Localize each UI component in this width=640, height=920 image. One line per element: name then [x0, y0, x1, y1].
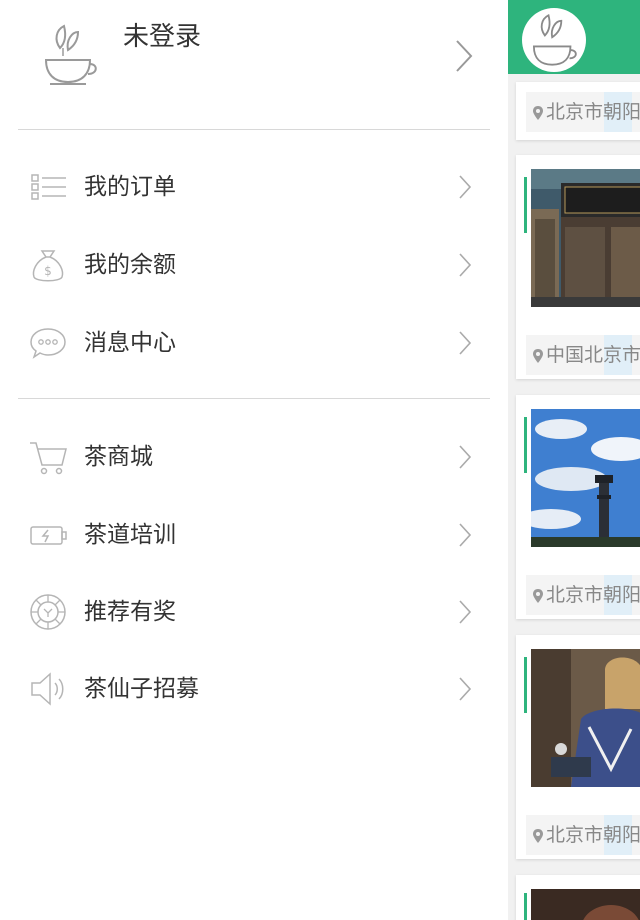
divider — [18, 398, 490, 399]
location-text: 北京市朝阳区 — [546, 101, 640, 123]
card-photo — [531, 649, 640, 787]
card-accent — [524, 177, 527, 233]
card-photo — [531, 409, 640, 547]
location-bar: 北京市朝阳区 — [526, 92, 640, 132]
location-bar: 北京市朝阳区 — [526, 815, 640, 855]
tea-cup-icon — [44, 24, 97, 85]
chevron-right-icon — [459, 523, 472, 547]
chevron-right-icon — [459, 175, 472, 199]
menu-label: 茶仙子招募 — [84, 676, 199, 702]
chevron-right-icon — [459, 600, 472, 624]
menu-item-messages[interactable]: 消息中心 — [0, 308, 508, 378]
location-text: 中国北京市 — [546, 344, 640, 366]
card-accent — [524, 657, 527, 713]
svg-text:$: $ — [44, 264, 52, 278]
chevron-right-icon — [456, 40, 473, 72]
location-text: 北京市朝阳区 — [546, 824, 640, 846]
card-accent — [524, 417, 527, 473]
tea-cup-icon — [532, 13, 577, 66]
card-photo — [531, 169, 640, 307]
speaker-icon — [31, 672, 64, 706]
login-status[interactable]: 未登录 — [123, 16, 201, 53]
menu-item-tea-mall[interactable]: 茶商城 — [0, 422, 508, 492]
menu-label: 茶道培训 — [84, 522, 176, 548]
menu-item-tea-training[interactable]: 茶道培训 — [0, 500, 508, 570]
money-bag-icon: $ — [32, 250, 64, 282]
menu-item-referral[interactable]: 推荐有奖 — [0, 577, 508, 647]
menu-label: 我的余额 — [84, 252, 176, 278]
menu-label: 消息中心 — [84, 330, 176, 356]
feed-card[interactable] — [516, 875, 640, 920]
main-feed: 北京市朝阳区 中国北京市 — [508, 0, 640, 920]
divider — [18, 129, 490, 130]
location-bar: 中国北京市 — [526, 335, 640, 375]
chevron-right-icon — [459, 677, 472, 701]
side-drawer: 未登录 我的订单 $ 我的余额 消息中心 茶商城 茶道培训 推荐有奖 茶仙子招募 — [0, 0, 508, 920]
location-pin-icon — [533, 349, 543, 363]
location-pin-icon — [533, 589, 543, 603]
list-icon — [31, 174, 66, 200]
chat-bubble-icon — [30, 328, 66, 359]
app-logo[interactable] — [522, 8, 586, 72]
location-text: 北京市朝阳区 — [546, 584, 640, 606]
chevron-right-icon — [459, 331, 472, 355]
cart-icon — [30, 442, 67, 475]
app-header — [508, 0, 640, 74]
menu-item-balance[interactable]: $ 我的余额 — [0, 230, 508, 300]
feed-card[interactable]: 北京市朝阳区 — [516, 82, 640, 140]
battery-icon — [30, 526, 67, 545]
card-accent — [524, 893, 527, 920]
location-pin-icon — [533, 829, 543, 843]
location-bar: 北京市朝阳区 — [526, 575, 640, 615]
menu-label: 茶商城 — [84, 444, 153, 470]
menu-item-recruit[interactable]: 茶仙子招募 — [0, 654, 508, 724]
card-photo — [531, 889, 640, 920]
menu-label: 推荐有奖 — [84, 599, 176, 625]
feed-card[interactable]: 北京市朝阳区 — [516, 635, 640, 859]
coin-icon — [30, 594, 66, 630]
profile-header[interactable]: 未登录 — [0, 0, 508, 118]
chevron-right-icon — [459, 445, 472, 469]
menu-item-orders[interactable]: 我的订单 — [0, 152, 508, 222]
chevron-right-icon — [459, 253, 472, 277]
menu-label: 我的订单 — [84, 174, 176, 200]
feed-card[interactable]: 中国北京市 — [516, 155, 640, 379]
location-pin-icon — [533, 106, 543, 120]
feed-card[interactable]: 北京市朝阳区 — [516, 395, 640, 619]
